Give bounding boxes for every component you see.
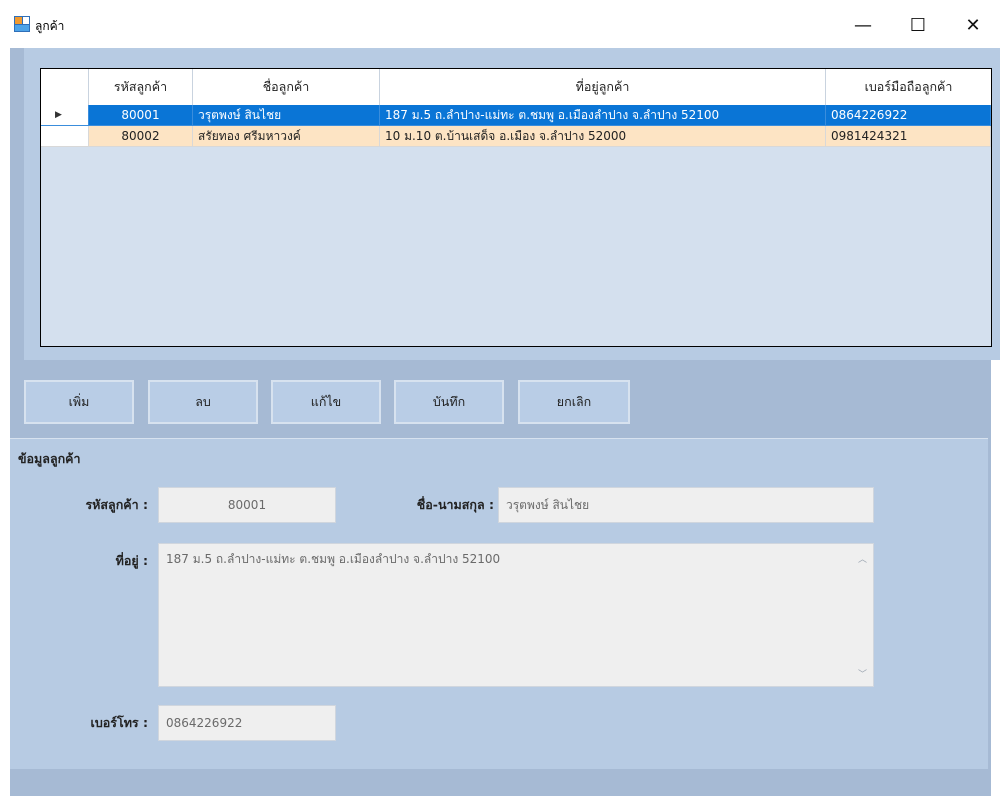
cell-phone[interactable]: 0864226922 (826, 105, 991, 126)
address-label: ที่อยู่ : (115, 553, 148, 568)
add-button[interactable]: เพิ่ม (24, 380, 134, 424)
column-header-phone[interactable]: เบอร์มือถือลูกค้า (826, 69, 991, 105)
grid-panel: รหัสลูกค้า ชื่อลูกค้า ที่อยู่ลูกค้า เบอร… (24, 48, 1000, 360)
address-textarea[interactable]: 187 ม.5 ถ.ลำปาง-แม่ทะ ต.ชมพู อ.เมืองลำปา… (158, 543, 874, 687)
title-bar[interactable]: ลูกค้า — ☐ ✕ (0, 0, 1001, 48)
scroll-down-icon[interactable]: ﹀ (858, 667, 867, 680)
table-row[interactable]: ▶ 80001 วรุตพงษ์ สินไชย 187 ม.5 ถ.ลำปาง-… (41, 105, 991, 126)
customer-details-group: ข้อมูลลูกค้า รหัสลูกค้า : 80001 ชื่อ-นาม… (10, 438, 988, 769)
row-header-corner (41, 69, 89, 105)
customer-id-field[interactable]: 80001 (158, 487, 336, 523)
group-title: ข้อมูลลูกค้า (18, 451, 81, 466)
address-text: 187 ม.5 ถ.ลำปาง-แม่ทะ ต.ชมพู อ.เมืองลำปา… (166, 552, 501, 566)
customer-id-label: รหัสลูกค้า : (85, 497, 148, 512)
cell-id[interactable]: 80002 (89, 126, 193, 147)
column-header-address[interactable]: ที่อยู่ลูกค้า (380, 69, 826, 105)
customer-name-field[interactable]: วรุตพงษ์ สินไชย (498, 487, 874, 523)
column-header-name[interactable]: ชื่อลูกค้า (193, 69, 380, 105)
customer-grid[interactable]: รหัสลูกค้า ชื่อลูกค้า ที่อยู่ลูกค้า เบอร… (40, 68, 992, 347)
cell-address[interactable]: 10 ม.10 ต.บ้านเสด็จ อ.เมือง จ.ลำปาง 5200… (380, 126, 826, 147)
window-title: ลูกค้า (35, 19, 65, 33)
cancel-button[interactable]: ยกเลิก (518, 380, 630, 424)
cell-name[interactable]: สรัยทอง ศรีมหาวงค์ (193, 126, 380, 147)
customer-window: ลูกค้า — ☐ ✕ รหัสลูกค้า ชื่อลูกค้า ที่อย… (0, 0, 1001, 796)
app-form-icon (14, 16, 30, 32)
row-selected-indicator-icon: ▶ (41, 105, 89, 126)
scroll-up-icon[interactable]: ︿ (858, 552, 867, 565)
cell-phone[interactable]: 0981424321 (826, 126, 991, 147)
table-row[interactable]: 80002 สรัยทอง ศรีมหาวงค์ 10 ม.10 ต.บ้านเ… (41, 126, 991, 147)
edit-button[interactable]: แก้ไข (271, 380, 381, 424)
cell-address[interactable]: 187 ม.5 ถ.ลำปาง-แม่ทะ ต.ชมพู อ.เมืองลำปา… (380, 105, 826, 126)
phone-field[interactable]: 0864226922 (158, 705, 336, 741)
minimize-button[interactable]: — (840, 8, 886, 42)
client-area: รหัสลูกค้า ชื่อลูกค้า ที่อยู่ลูกค้า เบอร… (10, 48, 1000, 796)
close-button[interactable]: ✕ (950, 8, 996, 42)
column-header-id[interactable]: รหัสลูกค้า (89, 69, 193, 105)
phone-label: เบอร์โทร : (90, 715, 148, 730)
maximize-button[interactable]: ☐ (895, 8, 941, 42)
delete-button[interactable]: ลบ (148, 380, 258, 424)
cell-name[interactable]: วรุตพงษ์ สินไชย (193, 105, 380, 126)
customer-name-label: ชื่อ-นามสกุล : (416, 497, 494, 512)
row-indicator (41, 126, 89, 147)
grid-header: รหัสลูกค้า ชื่อลูกค้า ที่อยู่ลูกค้า เบอร… (41, 69, 991, 106)
save-button[interactable]: บันทึก (394, 380, 504, 424)
cell-id[interactable]: 80001 (89, 105, 193, 126)
